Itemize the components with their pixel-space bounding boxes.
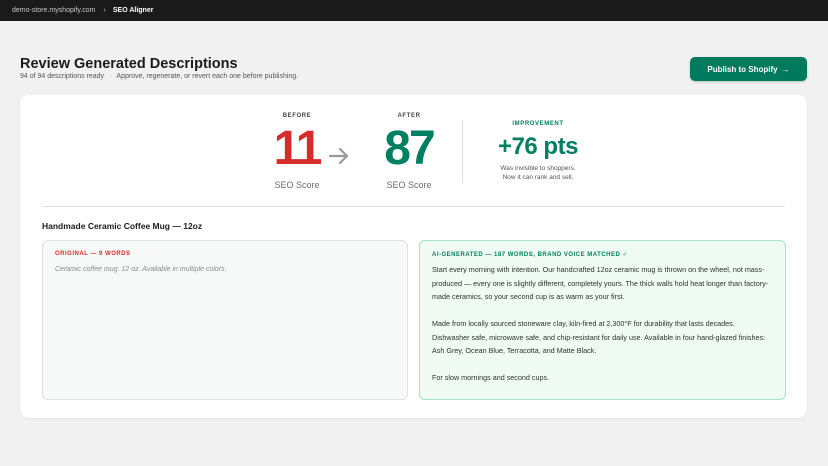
- after-score-value: 87: [384, 122, 435, 175]
- improvement-note: Was invisible to shoppers. Now it can ra…: [470, 164, 606, 182]
- review-card: BEFORE 11 SEO Score AFTER 87 SEO Score I…: [20, 95, 807, 418]
- improvement-summary: IMPROVEMENT +76 pts Was invisible to sho…: [470, 121, 606, 182]
- ai-description-panel: AI-GENERATED — 187 WORDS, BRAND VOICE MA…: [419, 240, 786, 400]
- original-description-panel: ORIGINAL — 9 WORDS Ceramic coffee mug. 1…: [42, 240, 408, 400]
- ready-status: 94 of 94 descriptions ready: [20, 73, 105, 80]
- subtitle-separator: ·: [109, 73, 112, 80]
- section-divider: [42, 206, 785, 207]
- instructions-text: Approve, regenerate, or revert each one …: [116, 73, 299, 80]
- publish-button-label: Publish to Shopify: [707, 64, 778, 74]
- breadcrumb-store[interactable]: demo-store.myshopify.com: [12, 7, 96, 14]
- improvement-label: IMPROVEMENT: [512, 121, 564, 127]
- breadcrumb-app[interactable]: SEO Aligner: [113, 7, 154, 14]
- after-label: AFTER: [397, 113, 421, 119]
- after-score-caption: SEO Score: [386, 180, 432, 190]
- before-score-caption: SEO Score: [274, 180, 320, 190]
- ai-description-paragraph: Start every morning with intention. Our …: [432, 265, 769, 301]
- original-label: ORIGINAL — 9 WORDS: [55, 251, 131, 257]
- before-label: BEFORE: [282, 113, 312, 119]
- breadcrumb-separator: ›: [103, 7, 106, 14]
- arrow-right-icon: →: [781, 64, 790, 74]
- top-bar: demo-store.myshopify.com › SEO Aligner: [0, 0, 828, 21]
- ai-generated-label: AI-GENERATED — 187 WORDS, BRAND VOICE MA…: [432, 252, 628, 258]
- ai-description-paragraph: Made from locally sourced stoneware clay…: [432, 319, 766, 355]
- publish-to-shopify-button[interactable]: Publish to Shopify →: [690, 57, 807, 81]
- arrow-right-icon: [328, 147, 349, 165]
- score-divider: [462, 120, 463, 183]
- original-description-text: Ceramic coffee mug. 12 oz. Available in …: [55, 266, 227, 273]
- ai-description-text[interactable]: Start every morning with intention. Our …: [432, 263, 773, 385]
- ai-description-paragraph: For slow mornings and second cups.: [432, 373, 550, 382]
- product-title: Handmade Ceramic Coffee Mug — 12oz: [42, 221, 203, 231]
- improvement-note-line: Was invisible to shoppers.: [500, 165, 576, 172]
- after-score: AFTER 87 SEO Score: [354, 113, 464, 190]
- improvement-value: +76 pts: [498, 133, 578, 160]
- page-title: Review Generated Descriptions: [20, 56, 238, 72]
- page-subtitle: 94 of 94 descriptions ready · Approve, r…: [20, 73, 298, 80]
- improvement-note-line: Now it can rank and sell.: [502, 174, 574, 181]
